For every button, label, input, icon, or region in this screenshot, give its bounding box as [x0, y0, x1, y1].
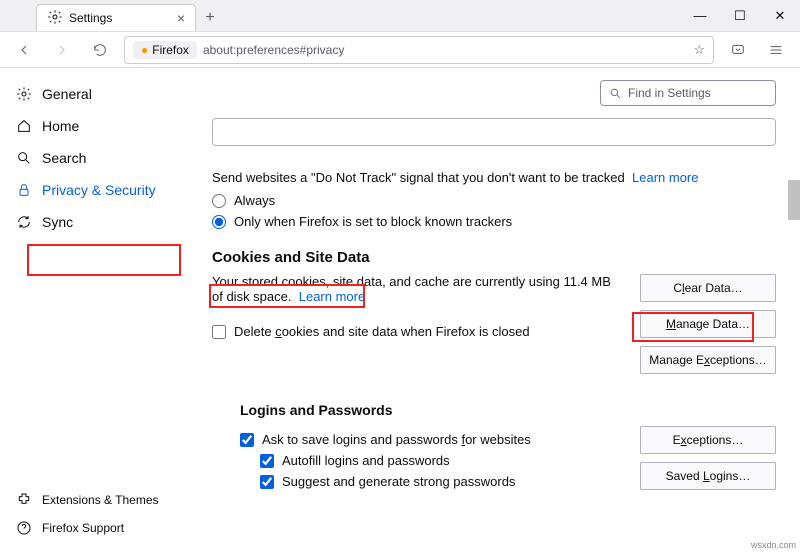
sidebar-item-home[interactable]: Home	[0, 110, 200, 142]
sidebar-item-search[interactable]: Search	[0, 142, 200, 174]
autofill-logins-checkbox[interactable]: Autofill logins and passwords	[260, 453, 624, 468]
logins-exceptions-button[interactable]: Exceptions…	[640, 426, 776, 454]
ask-save-logins-checkbox[interactable]: Ask to save logins and passwords for web…	[240, 432, 624, 447]
address-bar: ●Firefox about:preferences#privacy ☆	[0, 32, 800, 68]
saved-logins-button[interactable]: Saved Logins…	[640, 462, 776, 490]
sidebar-item-extensions[interactable]: Extensions & Themes	[0, 486, 200, 514]
titlebar: Settings × + — ☐ ✕	[0, 0, 800, 32]
minimize-button[interactable]: —	[680, 0, 720, 31]
bookmark-star-icon[interactable]: ☆	[693, 42, 705, 58]
manage-exceptions-button[interactable]: Manage Exceptions…	[640, 346, 776, 374]
cookies-desc: Your stored cookies, site data, and cach…	[212, 274, 624, 304]
search-placeholder: Find in Settings	[628, 86, 711, 100]
new-tab-button[interactable]: +	[196, 4, 224, 31]
cookies-learn-more-link[interactable]: Learn more	[299, 289, 365, 304]
main: Find in Settings Send websites a "Do Not…	[200, 68, 800, 552]
forward-button[interactable]	[48, 36, 76, 64]
url-text: about:preferences#privacy	[203, 43, 687, 57]
dnt-radio-always[interactable]: Always	[212, 193, 776, 208]
maximize-button[interactable]: ☐	[720, 0, 760, 31]
watermark: wsxdn.com	[751, 540, 796, 550]
clear-data-button[interactable]: Clear Data…	[640, 274, 776, 302]
suggest-passwords-checkbox[interactable]: Suggest and generate strong passwords	[260, 474, 624, 489]
content: General Home Search Privacy & Security S…	[0, 68, 800, 552]
menu-icon[interactable]	[762, 36, 790, 64]
sidebar-item-general[interactable]: General	[0, 78, 200, 110]
content-blocking-stub	[212, 118, 776, 146]
dnt-radio-only[interactable]: Only when Firefox is set to block known …	[212, 214, 776, 229]
dnt-learn-more-link[interactable]: Learn more	[632, 170, 698, 185]
close-tab-icon[interactable]: ×	[177, 10, 185, 26]
sidebar-item-support[interactable]: Firefox Support	[0, 514, 200, 542]
logins-heading: Logins and Passwords	[240, 402, 776, 418]
tab-title: Settings	[69, 11, 171, 25]
browser-tab[interactable]: Settings ×	[36, 4, 196, 31]
cookies-heading: Cookies and Site Data	[212, 249, 776, 266]
sidebar: General Home Search Privacy & Security S…	[0, 68, 200, 552]
sidebar-item-privacy[interactable]: Privacy & Security	[0, 174, 200, 206]
delete-cookies-checkbox[interactable]: Delete cookies and site data when Firefo…	[212, 324, 624, 339]
close-window-button[interactable]: ✕	[760, 0, 800, 31]
search-settings-input[interactable]: Find in Settings	[600, 80, 776, 106]
back-button[interactable]	[10, 36, 38, 64]
pocket-icon[interactable]	[724, 36, 752, 64]
window-controls: — ☐ ✕	[680, 0, 800, 31]
scrollbar-thumb[interactable]	[788, 180, 800, 220]
manage-data-button[interactable]: Manage Data…	[640, 310, 776, 338]
url-box[interactable]: ●Firefox about:preferences#privacy ☆	[124, 36, 714, 64]
gear-icon	[47, 9, 63, 28]
reload-button[interactable]	[86, 36, 114, 64]
firefox-chip: ●Firefox	[133, 41, 197, 59]
dnt-text: Send websites a "Do Not Track" signal th…	[212, 170, 776, 185]
sidebar-item-sync[interactable]: Sync	[0, 206, 200, 238]
sidebar-bottom: Extensions & Themes Firefox Support	[0, 486, 200, 542]
